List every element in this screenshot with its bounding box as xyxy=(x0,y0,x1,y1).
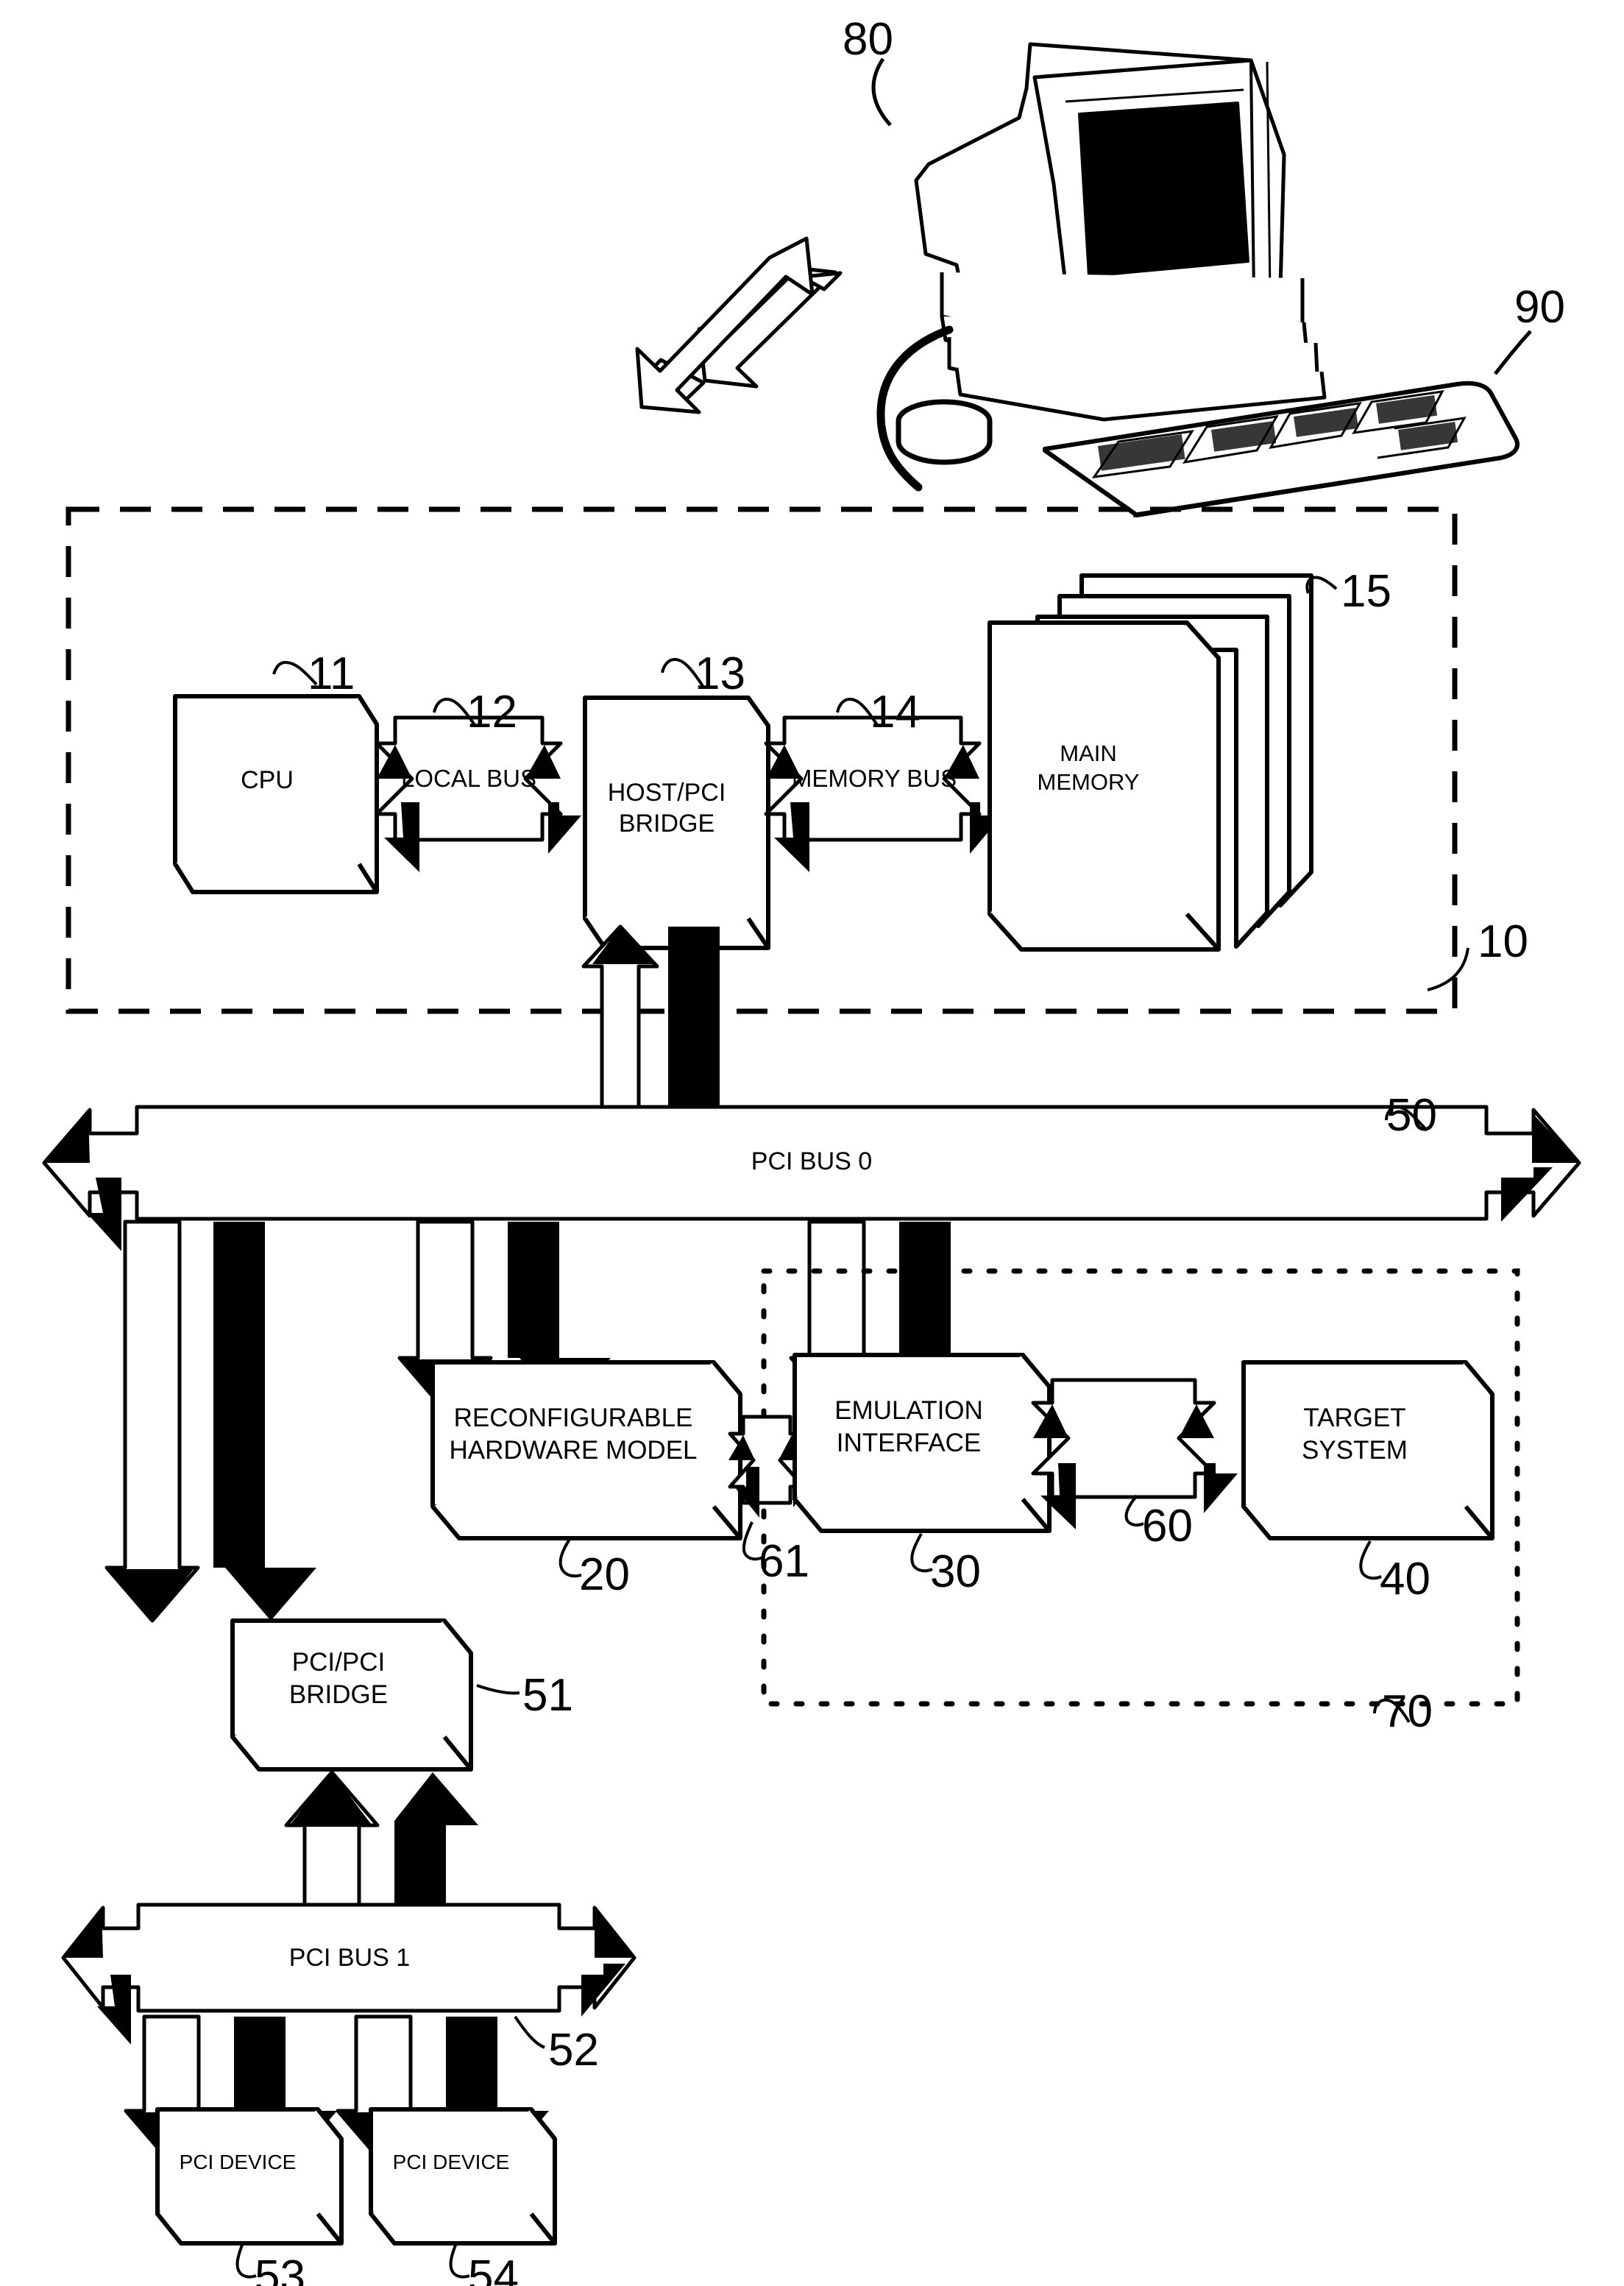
figure-vector-layer xyxy=(42,42,1581,2279)
local-bus-arrow xyxy=(375,715,581,872)
ref-15: 15 xyxy=(1341,566,1391,617)
leader-53 xyxy=(235,2243,257,2279)
leader-40 xyxy=(1359,1540,1382,1580)
leader-30 xyxy=(910,1533,933,1573)
mouse-body xyxy=(896,399,993,465)
host-pci-bridge-block xyxy=(583,696,770,950)
emulation-interface-block xyxy=(793,1353,1052,1533)
memory-bus-arrow xyxy=(764,715,1002,872)
ref-13: 13 xyxy=(695,648,745,699)
leader-60 xyxy=(1124,1494,1144,1527)
ref-12: 12 xyxy=(467,687,517,737)
reconfigurable-hardware-model-block xyxy=(430,1360,742,1540)
ref-52: 52 xyxy=(548,2025,599,2076)
ref-40: 40 xyxy=(1380,1554,1430,1604)
patent-figure: 80 90 10 11 12 13 14 15 50 20 61 30 60 4… xyxy=(0,0,1624,2286)
emuif-target-link-arrow xyxy=(1031,1378,1238,1529)
pci-pci-bridge-block xyxy=(230,1618,473,1772)
host-workstation-arrow-body xyxy=(635,236,815,414)
pci-device-1-block xyxy=(155,2107,344,2246)
leader-20 xyxy=(559,1537,582,1578)
ref-70: 70 xyxy=(1382,1686,1433,1737)
ref-54: 54 xyxy=(468,2251,519,2286)
ref-11: 11 xyxy=(308,648,355,699)
leader-51 xyxy=(476,1684,520,1695)
cpu-block xyxy=(173,694,379,894)
target-system-block xyxy=(1241,1360,1494,1540)
ref-50: 50 xyxy=(1386,1090,1437,1141)
leader-52 xyxy=(514,2015,545,2049)
ref-30: 30 xyxy=(930,1546,981,1597)
main-memory-block xyxy=(987,573,1313,952)
leader-90 xyxy=(1494,330,1532,375)
pci0-stub-bridge xyxy=(104,1220,316,1623)
leader-10 xyxy=(1427,947,1469,991)
ref-10: 10 xyxy=(1478,916,1528,967)
leader-54 xyxy=(449,2243,470,2279)
leader-80 xyxy=(871,57,892,127)
ref-20: 20 xyxy=(579,1549,630,1600)
pci-device-2-block xyxy=(369,2107,557,2246)
ref-51: 51 xyxy=(522,1670,573,1721)
ref-80: 80 xyxy=(843,14,893,65)
ref-61: 61 xyxy=(759,1536,809,1587)
ref-53: 53 xyxy=(255,2251,305,2286)
ref-60: 60 xyxy=(1142,1501,1193,1551)
ref-14: 14 xyxy=(870,687,921,737)
ref-90: 90 xyxy=(1514,282,1565,333)
computer-monitor-icon xyxy=(914,42,1327,422)
